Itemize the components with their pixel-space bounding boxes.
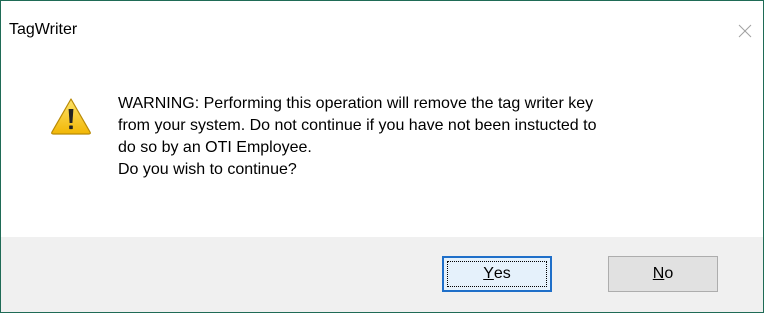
no-label-rest: o (664, 265, 674, 282)
button-bar: Yes No (1, 237, 763, 312)
message-dialog: TagWriter WARNING: Performing this opera… (0, 0, 764, 313)
yes-button[interactable]: Yes (442, 256, 552, 292)
yes-label-rest: es (493, 265, 511, 282)
message-line: Do you wish to continue? (118, 161, 297, 178)
close-button[interactable] (727, 15, 763, 47)
message-text: WARNING: Performing this operation will … (118, 93, 718, 181)
close-icon (738, 24, 752, 38)
no-button[interactable]: No (608, 256, 718, 292)
warning-icon (51, 98, 91, 135)
message-line: do so by an OTI Employee. (118, 139, 312, 156)
message-line: WARNING: Performing this operation will … (118, 95, 594, 112)
window-title: TagWriter (9, 21, 78, 38)
message-line: from your system. Do not continue if you… (118, 117, 597, 134)
message-area: WARNING: Performing this operation will … (1, 61, 763, 231)
no-mnemonic: N (652, 265, 665, 282)
title-bar[interactable]: TagWriter (1, 1, 763, 61)
yes-mnemonic: Y (483, 265, 494, 282)
